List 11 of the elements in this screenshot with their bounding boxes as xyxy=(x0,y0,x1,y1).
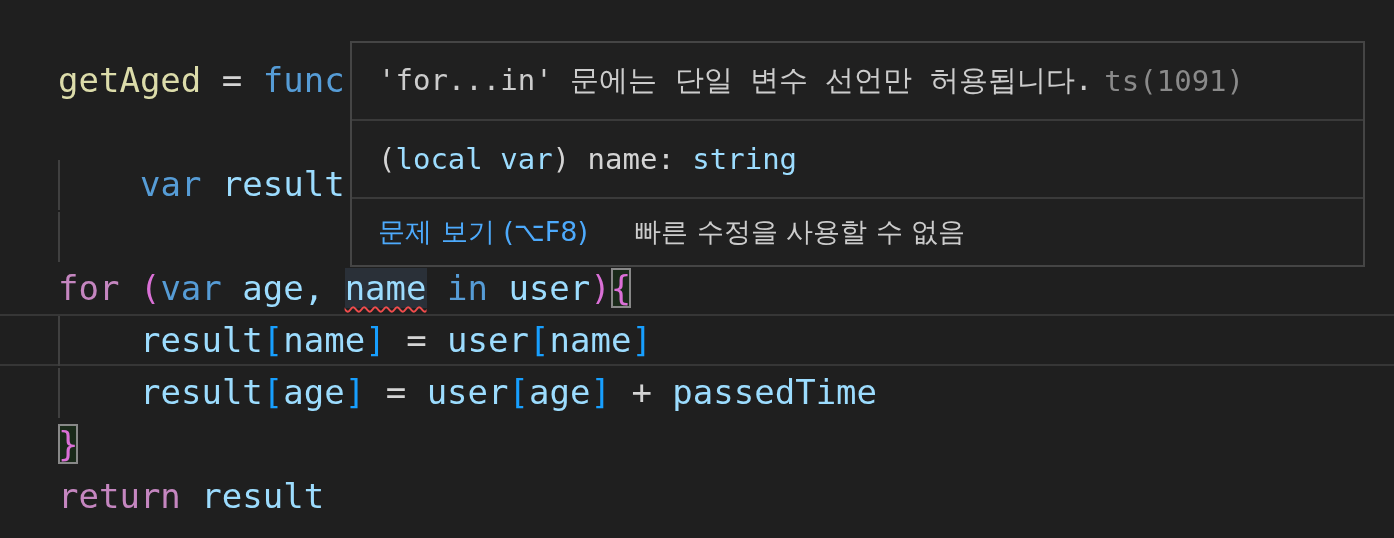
view-problem-link[interactable]: 문제 보기 (⌥F8) xyxy=(378,214,589,250)
error-code: ts(1091) xyxy=(1104,64,1245,98)
code-line: for (var age, name in user){ xyxy=(58,267,632,310)
code-line: result[age] = user[age] + passedTime xyxy=(140,371,878,414)
quick-fix-status: 빠른 수정을 사용할 수 없음 xyxy=(634,215,966,249)
code-line: return result xyxy=(58,475,325,518)
code-line: getAged = func xyxy=(58,59,345,102)
type-signature: (local var) name: string xyxy=(378,142,798,176)
code-line: var result xyxy=(140,163,345,206)
code-line: result[name] = user[name] xyxy=(140,319,652,362)
error-message: 'for...in' 문에는 단일 변수 선언만 허용됩니다. xyxy=(378,62,1093,99)
